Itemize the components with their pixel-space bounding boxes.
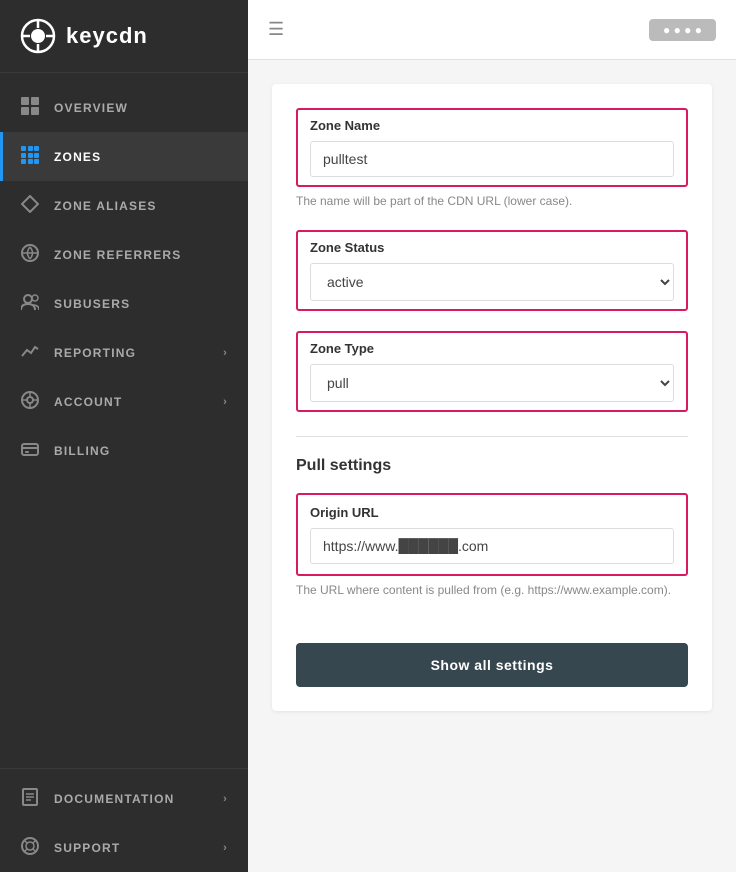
account-icon (20, 391, 40, 412)
support-arrow: › (223, 842, 228, 854)
zone-status-label: Zone Status (310, 240, 674, 255)
billing-icon (20, 440, 40, 461)
sidebar-item-documentation[interactable]: Documentation › (0, 774, 248, 823)
zone-status-group: Zone Status active inactive (296, 230, 688, 311)
logo-text: keycdn (66, 23, 148, 49)
sidebar-item-subusers-label: Subusers (54, 297, 130, 311)
form-card: Zone Name The name will be part of the C… (272, 84, 712, 711)
sidebar-item-overview[interactable]: Overview (0, 83, 248, 132)
pull-settings-title: Pull settings (296, 457, 688, 475)
sidebar-item-account-label: Account (54, 395, 122, 409)
origin-url-input[interactable] (310, 528, 674, 564)
zone-name-hint: The name will be part of the CDN URL (lo… (296, 193, 688, 210)
sidebar-item-subusers[interactable]: Subusers (0, 279, 248, 328)
show-all-settings-button[interactable]: Show all settings (296, 643, 688, 687)
zone-type-box: Zone Type pull push (296, 331, 688, 412)
sidebar-item-account[interactable]: Account › (0, 377, 248, 426)
zone-status-select[interactable]: active inactive (310, 263, 674, 301)
origin-url-group: Origin URL The URL where content is pull… (296, 493, 688, 599)
topbar: ☰ ● ● ● ● (248, 0, 736, 60)
account-arrow: › (223, 396, 228, 408)
zone-type-select[interactable]: pull push (310, 364, 674, 402)
sidebar: keycdn Overview (0, 0, 248, 872)
origin-url-hint: The URL where content is pulled from (e.… (296, 582, 688, 599)
sidebar-item-support[interactable]: Support › (0, 823, 248, 872)
subusers-icon (20, 293, 40, 314)
content-area: Zone Name The name will be part of the C… (248, 60, 736, 872)
sidebar-item-overview-label: Overview (54, 101, 128, 115)
zone-type-label: Zone Type (310, 341, 674, 356)
sidebar-item-zones[interactable]: Zones (0, 132, 248, 181)
zone-name-group: Zone Name The name will be part of the C… (296, 108, 688, 210)
documentation-icon (20, 788, 40, 809)
zone-status-box: Zone Status active inactive (296, 230, 688, 311)
sidebar-item-zone-referrers-label: Zone Referrers (54, 248, 181, 262)
sidebar-item-billing[interactable]: Billing (0, 426, 248, 475)
zone-name-label: Zone Name (310, 118, 674, 133)
zone-referrers-icon (20, 244, 40, 265)
menu-icon[interactable]: ☰ (268, 19, 284, 40)
zone-type-group: Zone Type pull push (296, 331, 688, 412)
zones-icon (20, 146, 40, 167)
sidebar-item-zone-referrers[interactable]: Zone Referrers (0, 230, 248, 279)
support-icon (20, 837, 40, 858)
zone-aliases-icon (20, 195, 40, 216)
sidebar-item-zone-aliases-label: Zone Aliases (54, 199, 157, 213)
main-content: ☰ ● ● ● ● Zone Name The name will be par… (248, 0, 736, 872)
reporting-arrow: › (223, 347, 228, 359)
user-badge: ● ● ● ● (649, 19, 716, 41)
sidebar-bottom: Documentation › Support › (0, 768, 248, 872)
sidebar-item-zones-label: Zones (54, 150, 101, 164)
zone-name-box: Zone Name (296, 108, 688, 187)
sidebar-item-reporting[interactable]: Reporting › (0, 328, 248, 377)
sidebar-item-reporting-label: Reporting (54, 346, 136, 360)
reporting-icon (20, 342, 40, 363)
documentation-arrow: › (223, 793, 228, 805)
sidebar-item-zone-aliases[interactable]: Zone Aliases (0, 181, 248, 230)
sidebar-item-support-label: Support (54, 841, 120, 855)
section-divider (296, 436, 688, 437)
sidebar-item-documentation-label: Documentation (54, 792, 174, 806)
zone-name-input[interactable] (310, 141, 674, 177)
origin-url-box: Origin URL (296, 493, 688, 576)
logo: keycdn (0, 0, 248, 73)
topbar-right: ● ● ● ● (649, 21, 716, 39)
sidebar-nav: Overview Zones (0, 73, 248, 768)
grid-icon (20, 97, 40, 118)
origin-url-label: Origin URL (310, 505, 674, 520)
sidebar-item-billing-label: Billing (54, 444, 110, 458)
